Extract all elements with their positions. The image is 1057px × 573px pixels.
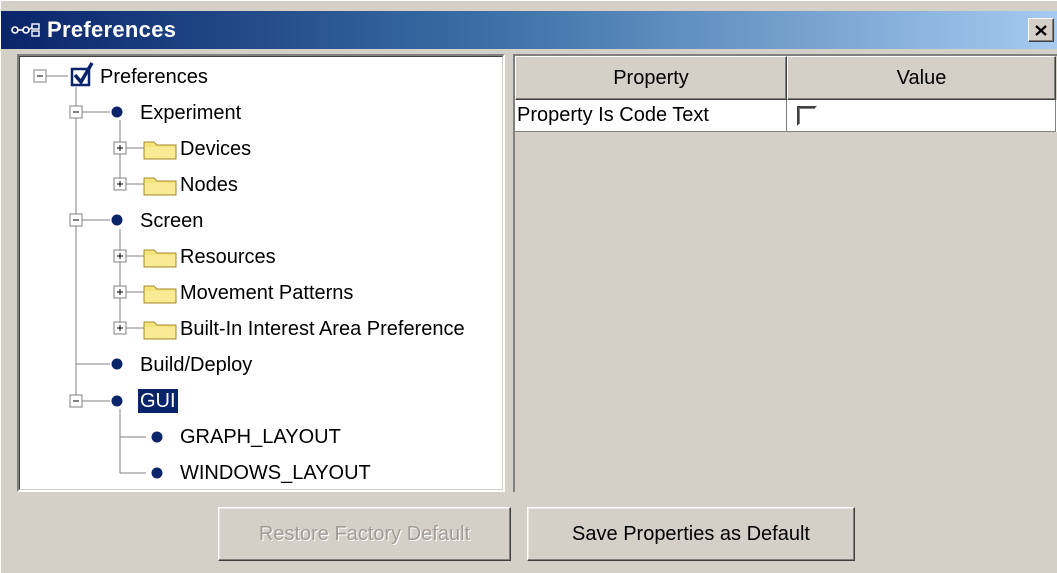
tree-node-graph-layout[interactable]: GRAPH_LAYOUT xyxy=(180,425,341,449)
collapse-icon-root xyxy=(33,69,47,83)
tree-node-preferences[interactable]: Preferences xyxy=(100,65,208,89)
bullet-icon xyxy=(151,431,163,443)
property-value-cell[interactable] xyxy=(787,100,1056,132)
collapse-icon-experiment xyxy=(69,105,83,119)
bullet-icon xyxy=(111,358,123,370)
preferences-window: Preferences Preferences Experiment Devic… xyxy=(0,0,1057,573)
tree-node-resources[interactable]: Resources xyxy=(180,245,276,269)
title-bar[interactable]: Preferences xyxy=(1,11,1057,49)
collapse-icon-gui xyxy=(69,394,83,408)
table-header: Property Value xyxy=(515,56,1057,100)
close-icon xyxy=(1035,24,1047,36)
window-title: Preferences xyxy=(47,17,177,42)
tree-node-movement-patterns[interactable]: Movement Patterns xyxy=(180,281,353,305)
tree-node-devices[interactable]: Devices xyxy=(180,137,251,161)
folder-icon xyxy=(143,249,177,268)
bullet-icon xyxy=(151,467,163,479)
column-header-value[interactable]: Value xyxy=(787,56,1056,100)
column-header-property[interactable]: Property xyxy=(515,56,787,100)
expand-icon-resources xyxy=(113,249,127,263)
expand-icon-nodes xyxy=(113,177,127,191)
tree-node-gui[interactable]: GUI xyxy=(138,389,178,413)
app-icon xyxy=(11,23,40,37)
collapse-icon-screen xyxy=(69,213,83,227)
expander-boxes xyxy=(33,69,127,408)
folder-icon xyxy=(143,177,177,196)
bullet-icon xyxy=(111,214,123,226)
tree-node-windows-layout[interactable]: WINDOWS_LAYOUT xyxy=(180,461,371,485)
tree-node-interest-area-preference[interactable]: Built-In Interest Area Preference xyxy=(180,317,465,341)
expand-icon-movement-patterns xyxy=(113,285,127,299)
table-row[interactable]: Property Is Code Text xyxy=(515,100,1057,132)
preferences-tree[interactable]: Preferences Experiment Devices Nodes Scr… xyxy=(17,54,505,492)
bullet-icon xyxy=(111,106,123,118)
tree-node-nodes[interactable]: Nodes xyxy=(180,173,238,197)
folder-icon xyxy=(143,285,177,304)
folder-icon xyxy=(143,141,177,160)
bullet-icon xyxy=(111,395,123,407)
property-table: Property Value Property Is Code Text xyxy=(513,54,1057,492)
tree-node-screen[interactable]: Screen xyxy=(140,209,203,233)
tree-node-build-deploy[interactable]: Build/Deploy xyxy=(140,353,252,377)
close-button[interactable] xyxy=(1028,18,1054,42)
folder-icon xyxy=(143,321,177,340)
expand-icon-devices xyxy=(113,141,127,155)
save-properties-default-button[interactable]: Save Properties as Default xyxy=(527,507,855,561)
expand-icon-interest-area xyxy=(113,321,127,335)
checkbox-icon xyxy=(70,62,94,87)
tree-node-experiment[interactable]: Experiment xyxy=(140,101,241,125)
restore-factory-default-button[interactable]: Restore Factory Default xyxy=(218,507,511,561)
property-name-cell: Property Is Code Text xyxy=(515,100,787,132)
property-value-checkbox[interactable] xyxy=(797,106,817,126)
